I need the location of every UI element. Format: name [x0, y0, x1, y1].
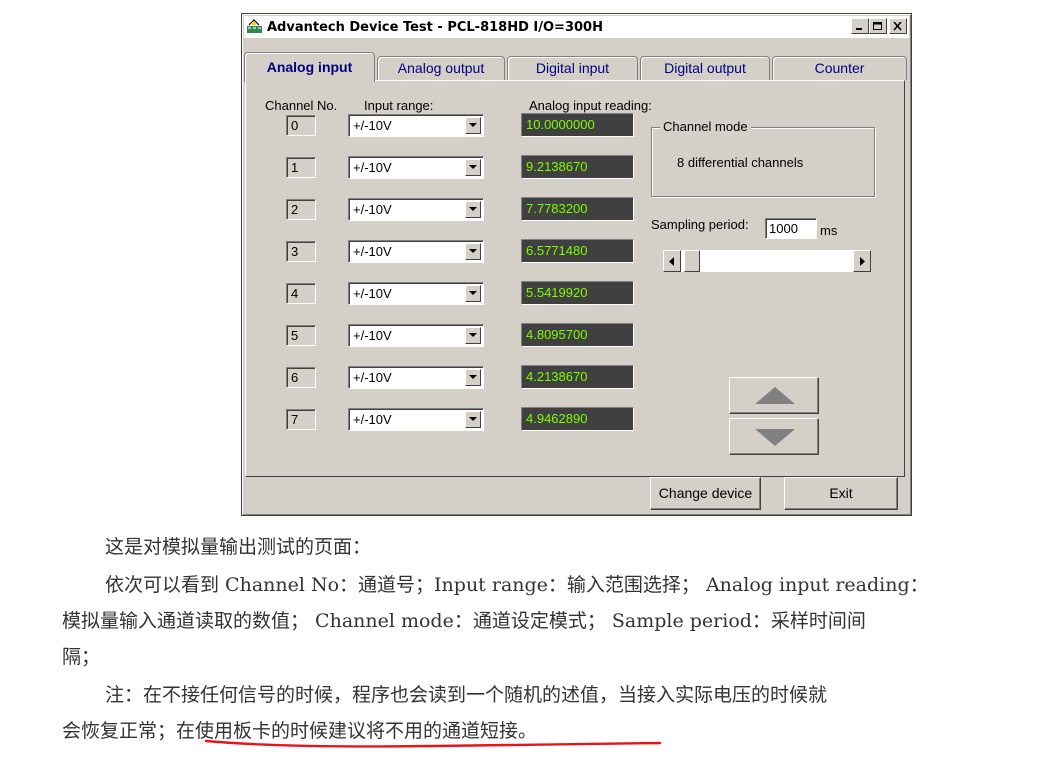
dropdown-button[interactable]: [465, 411, 481, 428]
chevron-down-icon: [469, 249, 477, 253]
input-range-header: Input range:: [364, 98, 434, 113]
dropdown-button[interactable]: [465, 243, 481, 260]
analog-reading-display: 6.5771480: [521, 239, 634, 263]
tab-label: Counter: [814, 60, 865, 76]
input-range-value: +/-10V: [353, 160, 392, 175]
close-button[interactable]: [889, 18, 907, 34]
channel-number-box: 6: [286, 367, 316, 388]
dropdown-button[interactable]: [465, 201, 481, 218]
triangle-up-icon: [755, 387, 795, 404]
maximize-icon: [873, 22, 882, 30]
channel-mode-value: 8 differential channels: [677, 155, 804, 170]
tab-label: Analog output: [397, 60, 485, 76]
tab-digital-input[interactable]: Digital input: [507, 56, 638, 80]
channel-number-box: 4: [286, 283, 316, 304]
tab-counter[interactable]: Counter: [772, 56, 907, 80]
analog-reading-display: 4.9462890: [521, 407, 634, 431]
tab-analog-input[interactable]: Analog input: [244, 52, 375, 82]
sampling-unit: ms: [820, 223, 838, 238]
device-test-window: Advantech Device Test - PCL-818HD I/O=30…: [241, 13, 912, 516]
input-range-value: +/-10V: [353, 328, 392, 343]
dropdown-button[interactable]: [465, 327, 481, 344]
input-range-select[interactable]: +/-10V: [348, 198, 484, 221]
maximize-button[interactable]: [869, 18, 887, 34]
tab-analog-output[interactable]: Analog output: [377, 56, 505, 80]
input-range-value: +/-10V: [353, 370, 392, 385]
input-range-value: +/-10V: [353, 286, 392, 301]
dropdown-button[interactable]: [465, 159, 481, 176]
input-range-select[interactable]: +/-10V: [348, 366, 484, 389]
sampling-period-input[interactable]: 1000: [765, 218, 817, 239]
close-icon: [893, 22, 902, 31]
change-device-button[interactable]: Change device: [650, 477, 761, 510]
input-range-select[interactable]: +/-10V: [348, 282, 484, 305]
minimize-button[interactable]: [851, 18, 869, 34]
input-range-value: +/-10V: [353, 412, 392, 427]
input-range-select[interactable]: +/-10V: [348, 408, 484, 431]
scroll-down-button[interactable]: [729, 418, 819, 455]
doc-line-5: 注：在不接任何信号的时候，程序也会读到一个随机的述值，当接入实际电压的时候就: [105, 684, 828, 706]
channel-mode-group: Channel mode 8 differential channels: [651, 119, 875, 197]
scroll-right-button[interactable]: [853, 250, 871, 272]
analog-reading-display: 9.2138670: [521, 155, 634, 179]
dropdown-button[interactable]: [465, 369, 481, 386]
channel-number-box: 3: [286, 241, 316, 262]
chevron-down-icon: [469, 375, 477, 379]
channel-number-box: 2: [286, 199, 316, 220]
doc-line-2: 依次可以看到 Channel No：通道号；Input range：输入范围选择…: [105, 574, 929, 596]
channel-number-box: 5: [286, 325, 316, 346]
sampling-period-label: Sampling period:: [651, 217, 749, 232]
chevron-down-icon: [469, 291, 477, 295]
analog-reading-display: 7.7783200: [521, 197, 634, 221]
arrow-left-icon: [669, 257, 674, 266]
channel-mode-title: Channel mode: [660, 119, 751, 134]
analog-reading-display: 4.8095700: [521, 323, 634, 347]
reading-header: Analog input reading:: [529, 98, 652, 113]
dropdown-button[interactable]: [465, 117, 481, 134]
chevron-down-icon: [469, 165, 477, 169]
chevron-down-icon: [469, 123, 477, 127]
scroll-left-button[interactable]: [663, 250, 681, 272]
chevron-down-icon: [469, 207, 477, 211]
input-range-select[interactable]: +/-10V: [348, 156, 484, 179]
input-range-select[interactable]: +/-10V: [348, 240, 484, 263]
input-range-select[interactable]: +/-10V: [348, 324, 484, 347]
scroll-up-button[interactable]: [729, 377, 819, 414]
doc-line-6-start: 会恢复正常；: [62, 720, 177, 742]
channel-number-box: 0: [286, 115, 316, 136]
tab-label: Digital output: [664, 60, 746, 76]
tab-strip: Analog input Analog output Digital input…: [244, 52, 908, 82]
minimize-icon: [856, 28, 862, 30]
analog-reading-display: 10.0000000: [521, 113, 634, 137]
slider-thumb[interactable]: [684, 250, 700, 272]
triangle-down-icon: [755, 429, 795, 446]
doc-line-1: 这是对模拟量输出测试的页面：: [105, 536, 372, 558]
chevron-down-icon: [469, 333, 477, 337]
title-bar: Advantech Device Test - PCL-818HD I/O=30…: [244, 16, 909, 38]
red-underline-annotation: [204, 739, 662, 748]
input-range-value: +/-10V: [353, 202, 392, 217]
arrow-right-icon: [860, 257, 865, 266]
doc-line-4: 隔；: [62, 646, 101, 668]
title-buttons: [851, 18, 907, 34]
channel-no-header: Channel No.: [265, 98, 338, 113]
sampling-period-slider[interactable]: [662, 249, 872, 273]
analog-input-panel: Channel No. Input range: Analog input re…: [245, 80, 905, 477]
dropdown-button[interactable]: [465, 285, 481, 302]
tab-label: Digital input: [535, 60, 610, 76]
input-range-value: +/-10V: [353, 118, 392, 133]
chevron-down-icon: [469, 417, 477, 421]
app-icon: [247, 19, 262, 33]
channel-number-box: 1: [286, 157, 316, 178]
tab-digital-output[interactable]: Digital output: [640, 56, 770, 80]
exit-button[interactable]: Exit: [784, 477, 898, 510]
analog-reading-display: 4.2138670: [521, 365, 634, 389]
input-range-select[interactable]: +/-10V: [348, 114, 484, 137]
input-range-value: +/-10V: [353, 244, 392, 259]
channel-number-box: 7: [286, 409, 316, 430]
tab-label: Analog input: [266, 59, 353, 75]
doc-line-3: 模拟量输入通道读取的数值； Channel mode：通道设定模式； Sampl…: [62, 610, 866, 632]
analog-reading-display: 5.5419920: [521, 281, 634, 305]
window-title: Advantech Device Test - PCL-818HD I/O=30…: [267, 19, 603, 35]
